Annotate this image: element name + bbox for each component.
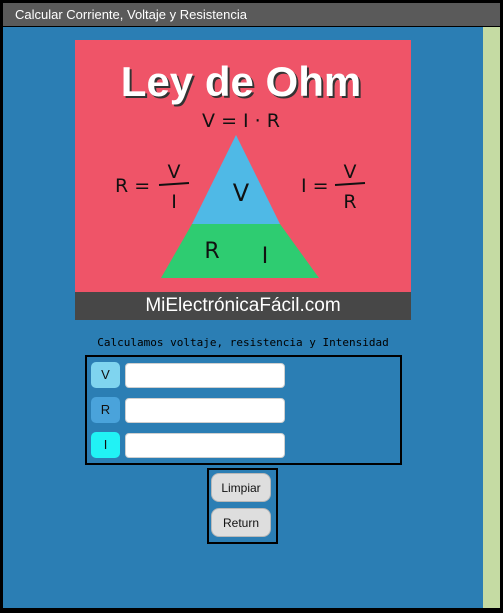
triangle-i-label: I (262, 244, 269, 269)
scrollbar[interactable] (483, 27, 500, 608)
calculator-form: V R I (85, 355, 402, 465)
formula-left-numerator: V (168, 161, 181, 183)
formula-right-lhs: I = (301, 175, 329, 197)
formula-right-numerator: V (344, 161, 357, 183)
triangle-r-label: R (204, 239, 219, 264)
formula-right-fraction-bar (334, 182, 366, 186)
current-label: I (91, 432, 120, 458)
formula-right-denominator: R (343, 191, 356, 213)
hero-heading: Ley de Ohm (121, 58, 361, 105)
hero-footer: MiElectrónicaFácil.com (75, 292, 411, 320)
resistance-input[interactable] (125, 398, 285, 423)
ohm-law-graphic: Ley de Ohm Ley de Ohm V = I · R R = V I … (115, 58, 366, 278)
clear-button[interactable]: Limpiar (211, 473, 271, 502)
return-button[interactable]: Return (211, 508, 271, 537)
voltage-label: V (91, 362, 120, 388)
subtitle: Calculamos voltaje, resistencia y Intens… (97, 336, 389, 349)
resistance-label: R (91, 397, 120, 423)
formula-left-lhs: R = (115, 175, 150, 197)
voltage-input[interactable] (125, 363, 285, 388)
current-input[interactable] (125, 433, 285, 458)
ohm-law-image: Ley de Ohm Ley de Ohm V = I · R R = V I … (75, 40, 411, 320)
formula-top: V = I · R (202, 110, 280, 132)
main-panel: Ley de Ohm Ley de Ohm V = I · R R = V I … (3, 27, 483, 608)
formula-left-fraction-bar (158, 182, 190, 186)
window-title: Calcular Corriente, Voltaje y Resistenci… (3, 3, 500, 26)
formula-left-denominator: I (171, 191, 177, 213)
triangle-v-label: V (233, 179, 250, 207)
button-group: Limpiar Return (207, 468, 278, 544)
triangle-bottom (161, 224, 319, 278)
